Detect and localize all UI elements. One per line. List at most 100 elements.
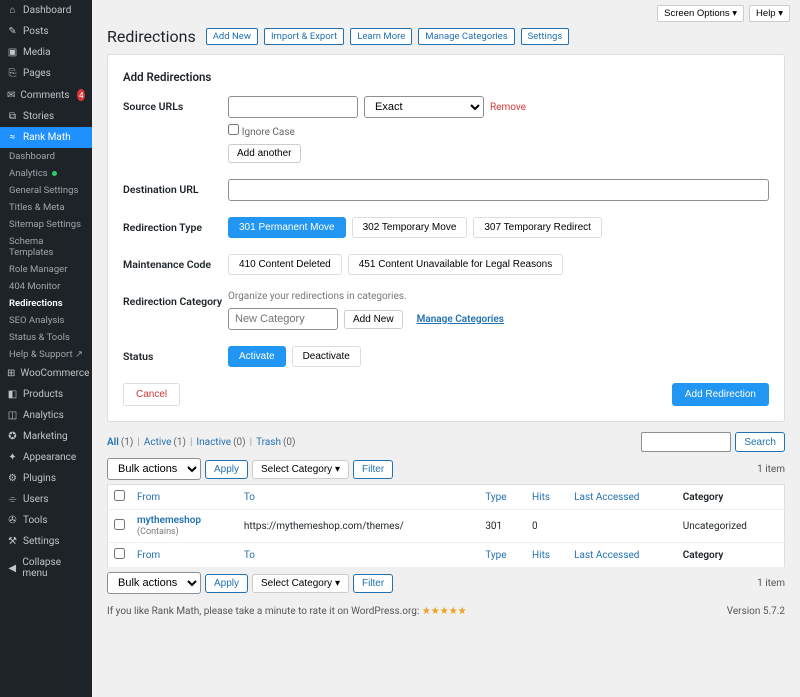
col-last-foot[interactable]: Last Accessed (568, 543, 677, 568)
new-category-input[interactable] (228, 308, 338, 330)
col-to-foot[interactable]: To (238, 543, 480, 568)
pill-import-export[interactable]: Import & Export (264, 28, 344, 45)
sidebar-item-media[interactable]: ▣Media (0, 42, 92, 63)
pill-add-new[interactable]: Add New (206, 28, 258, 45)
sidebar-item-tools[interactable]: ✇Tools (0, 510, 92, 531)
sub-seo-analysis[interactable]: SEO Analysis (0, 312, 92, 329)
col-from[interactable]: From (131, 485, 238, 510)
remove-source-link[interactable]: Remove (490, 102, 526, 113)
filter-active[interactable]: Active (144, 437, 172, 448)
wp-version: Version 5.7.2 (727, 606, 785, 617)
pill-learn-more[interactable]: Learn More (350, 28, 412, 45)
col-type[interactable]: Type (479, 485, 526, 510)
sidebar-item-settings[interactable]: ⚒Settings (0, 531, 92, 552)
sidebar-item-users[interactable]: ⌯Users (0, 489, 92, 510)
col-type-foot[interactable]: Type (479, 543, 526, 568)
sub-redirections[interactable]: Redirections (0, 295, 92, 312)
maint-451-button[interactable]: 451 Content Unavailable for Legal Reason… (348, 254, 563, 275)
activate-button[interactable]: Activate (228, 346, 286, 367)
type-301-button[interactable]: 301 Permanent Move (228, 217, 346, 238)
pill-settings[interactable]: Settings (521, 28, 570, 45)
sub-general[interactable]: General Settings (0, 182, 92, 199)
bulk-actions-select-top[interactable]: Bulk actions (107, 458, 201, 480)
type-302-button[interactable]: 302 Temporary Move (352, 217, 468, 238)
select-category-bottom[interactable]: Select Category ▾ (252, 574, 349, 593)
page-title: Redirections (107, 27, 196, 46)
card-heading: Add Redirections (123, 70, 769, 84)
filter-button-top[interactable]: Filter (353, 460, 393, 479)
manage-categories-link[interactable]: Manage Categories (417, 314, 504, 325)
sidebar-item-plugins[interactable]: ⚙Plugins (0, 468, 92, 489)
sub-role[interactable]: Role Manager (0, 261, 92, 278)
collapse-menu[interactable]: ◀Collapse menu (0, 552, 92, 584)
sub-dashboard[interactable]: Dashboard (0, 148, 92, 165)
sub-schema[interactable]: Schema Templates (0, 233, 92, 261)
sidebar-item-rankmath[interactable]: ≈Rank Math (0, 127, 92, 148)
col-hits[interactable]: Hits (526, 485, 568, 510)
select-all-bottom[interactable] (114, 548, 125, 559)
appearance-icon: ✦ (7, 452, 18, 463)
maintenance-code-label: Maintenance Code (123, 254, 228, 271)
sub-help[interactable]: Help & Support ↗ (0, 346, 92, 363)
sidebar-item-products[interactable]: ◧Products (0, 384, 92, 405)
add-redirection-button[interactable]: Add Redirection (672, 383, 769, 406)
sidebar-item-comments[interactable]: ✉Comments4 (0, 84, 92, 106)
destination-url-input[interactable] (228, 179, 769, 201)
match-type-select[interactable]: Exact (364, 96, 484, 118)
sidebar-item-woocommerce[interactable]: ⊞WooCommerce (0, 363, 92, 384)
col-hits-foot[interactable]: Hits (526, 543, 568, 568)
select-category-top[interactable]: Select Category ▾ (252, 460, 349, 479)
type-307-button[interactable]: 307 Temporary Redirect (473, 217, 602, 238)
apply-bulk-bottom[interactable]: Apply (205, 574, 248, 593)
cancel-button[interactable]: Cancel (123, 383, 180, 406)
woo-icon: ⊞ (7, 368, 15, 379)
sidebar-item-dashboard[interactable]: ⌂Dashboard (0, 0, 92, 21)
search-input[interactable] (641, 432, 731, 452)
ignore-case-checkbox[interactable] (228, 124, 239, 135)
screen-options-button[interactable]: Screen Options ▾ (657, 5, 744, 22)
ignore-case-label: Ignore Case (242, 127, 295, 138)
items-count-top: 1 item (757, 464, 785, 475)
admin-sidebar: ⌂Dashboard ✎Posts ▣Media ⎘Pages ✉Comment… (0, 0, 92, 697)
filter-button-bottom[interactable]: Filter (353, 574, 393, 593)
col-category: Category (677, 485, 785, 510)
sub-sitemap[interactable]: Sitemap Settings (0, 216, 92, 233)
content-area: Redirections Add New Import & Export Lea… (92, 27, 800, 697)
products-icon: ◧ (7, 389, 18, 400)
add-category-button[interactable]: Add New (344, 310, 403, 329)
sidebar-item-marketing[interactable]: ✪Marketing (0, 426, 92, 447)
sidebar-item-appearance[interactable]: ✦Appearance (0, 447, 92, 468)
col-to[interactable]: To (238, 485, 480, 510)
col-from-foot[interactable]: From (131, 543, 238, 568)
sub-titles[interactable]: Titles & Meta (0, 199, 92, 216)
sidebar-item-posts[interactable]: ✎Posts (0, 21, 92, 42)
help-button[interactable]: Help ▾ (749, 5, 790, 22)
rating-stars[interactable]: ★★★★★ (422, 606, 467, 617)
col-last[interactable]: Last Accessed (568, 485, 677, 510)
media-icon: ▣ (7, 47, 18, 58)
sidebar-item-stories[interactable]: ⧉Stories (0, 106, 92, 127)
filter-trash[interactable]: Trash (256, 437, 281, 448)
sub-404[interactable]: 404 Monitor (0, 278, 92, 295)
row-checkbox[interactable] (114, 519, 125, 530)
source-url-input[interactable] (228, 96, 358, 118)
bulk-actions-select-bottom[interactable]: Bulk actions (107, 572, 201, 594)
deactivate-button[interactable]: Deactivate (292, 346, 361, 367)
select-all-top[interactable] (114, 490, 125, 501)
sub-analytics[interactable]: Analytics (0, 165, 92, 182)
row-from-link[interactable]: mythemeshop (137, 515, 201, 526)
maint-410-button[interactable]: 410 Content Deleted (228, 254, 342, 275)
apply-bulk-top[interactable]: Apply (205, 460, 248, 479)
sidebar-item-pages[interactable]: ⎘Pages (0, 63, 92, 84)
sub-status[interactable]: Status & Tools (0, 329, 92, 346)
add-another-button[interactable]: Add another (228, 144, 301, 163)
add-redirection-card: Add Redirections Source URLs Exact Remov… (107, 54, 785, 422)
search-button[interactable]: Search (735, 432, 785, 452)
pill-manage-categories[interactable]: Manage Categories (418, 28, 514, 45)
row-hits: 0 (526, 510, 568, 543)
filter-inactive[interactable]: Inactive (196, 437, 231, 448)
stories-icon: ⧉ (7, 111, 18, 122)
sidebar-item-wcanalytics[interactable]: ◫Analytics (0, 405, 92, 426)
filter-all[interactable]: All (107, 437, 119, 448)
source-urls-label: Source URLs (123, 96, 228, 113)
